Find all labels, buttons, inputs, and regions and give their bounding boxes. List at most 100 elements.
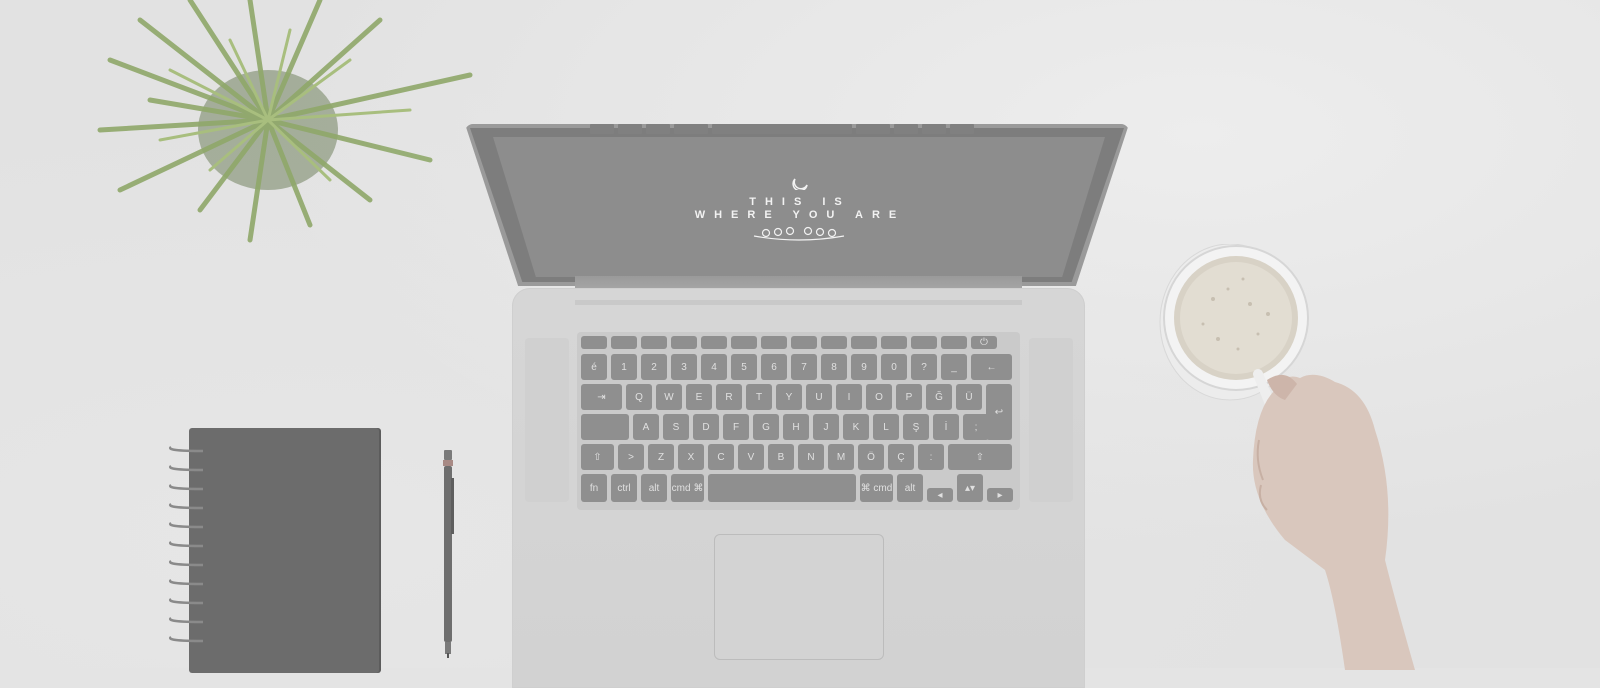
key-shift-right: ⇧ <box>948 444 1012 470</box>
trackpad <box>714 534 884 660</box>
screen-headline: THIS IS WHERE YOU ARE <box>600 196 1000 222</box>
key: 5 <box>731 354 757 380</box>
key: _ <box>941 354 967 380</box>
key: > <box>618 444 644 470</box>
key-tab: ⇥ <box>581 384 622 410</box>
key: Ş <box>903 414 929 440</box>
key: 1 <box>611 354 637 380</box>
key: 6 <box>761 354 787 380</box>
key-alt-right: alt <box>897 474 923 502</box>
key: Ğ <box>926 384 952 410</box>
key: é <box>581 354 607 380</box>
laptop-hinge-edge <box>575 300 1022 305</box>
key-cmd-left: cmd ⌘ <box>671 474 704 502</box>
key: Q <box>626 384 652 410</box>
key-alt-left: alt <box>641 474 667 502</box>
number-row: é 1 2 3 4 5 6 7 8 9 0 ? _ ← <box>581 354 1012 380</box>
key-f5 <box>731 336 757 349</box>
key: 9 <box>851 354 877 380</box>
key: B <box>768 444 794 470</box>
key: A <box>633 414 659 440</box>
screen-line-2: WHERE YOU ARE <box>694 209 906 221</box>
key-f1 <box>611 336 637 349</box>
key: K <box>843 414 869 440</box>
key: X <box>678 444 704 470</box>
key: P <box>896 384 922 410</box>
key-return: ↩ <box>986 384 1012 440</box>
speaker-left <box>525 338 569 502</box>
desk-scene: THIS IS WHERE YOU ARE ⏻ é 1 2 3 4 5 6 7 … <box>0 0 1600 688</box>
key: W <box>656 384 682 410</box>
hand-icon <box>1252 374 1415 670</box>
key-arrow-left: ◂ <box>927 488 953 502</box>
key-fn: fn <box>581 474 607 502</box>
key: 8 <box>821 354 847 380</box>
key: 3 <box>671 354 697 380</box>
key: 7 <box>791 354 817 380</box>
key: Y <box>776 384 802 410</box>
pen-icon <box>443 450 454 658</box>
key: Z <box>648 444 674 470</box>
key: 2 <box>641 354 667 380</box>
power-icon: ⏻ <box>971 336 997 349</box>
key-cmd-right: ⌘ cmd <box>860 474 893 502</box>
laurel-icon <box>753 226 845 241</box>
key: O <box>866 384 892 410</box>
key: D <box>693 414 719 440</box>
key-f6 <box>761 336 787 349</box>
bottom-row: fn ctrl alt cmd ⌘ ⌘ cmd alt ◂ ▴▾ ▸ <box>581 474 1013 502</box>
notebook-icon <box>189 428 379 673</box>
key: F <box>723 414 749 440</box>
key: E <box>686 384 712 410</box>
key: H <box>783 414 809 440</box>
key: N <box>798 444 824 470</box>
key-f10 <box>881 336 907 349</box>
key: M <box>828 444 854 470</box>
key: ? <box>911 354 937 380</box>
key: J <box>813 414 839 440</box>
key: 0 <box>881 354 907 380</box>
key-f3 <box>671 336 697 349</box>
key-caps-lock <box>581 414 629 440</box>
key: İ <box>933 414 959 440</box>
key: R <box>716 384 742 410</box>
a-row: A S D F G H J K L Ş İ ; <box>581 414 989 440</box>
key: : <box>918 444 944 470</box>
function-row: ⏻ <box>581 336 997 349</box>
key: ; <box>963 414 989 440</box>
speaker-right <box>1029 338 1073 502</box>
key-arrow-right: ▸ <box>987 488 1013 502</box>
key: U <box>806 384 832 410</box>
key-f2 <box>641 336 667 349</box>
key-f8 <box>821 336 847 349</box>
spiral-binding-icon <box>168 445 204 643</box>
key-f11 <box>911 336 937 349</box>
key: S <box>663 414 689 440</box>
key-f4 <box>701 336 727 349</box>
keyboard: ⏻ é 1 2 3 4 5 6 7 8 9 0 ? _ ← ⇥ Q W E R … <box>577 332 1020 510</box>
plant-icon <box>97 0 473 243</box>
z-row: ⇧ > Z X C V B N M Ö Ç : ⇧ <box>581 444 1012 470</box>
key: 4 <box>701 354 727 380</box>
key-esc <box>581 336 607 349</box>
key: C <box>708 444 734 470</box>
key-shift-left: ⇧ <box>581 444 614 470</box>
screen-menu-bar <box>590 124 1010 136</box>
key-space <box>708 474 856 502</box>
key: G <box>753 414 779 440</box>
key: T <box>746 384 772 410</box>
key: Ü <box>956 384 982 410</box>
screen-line-1: THIS IS <box>749 196 851 208</box>
key-arrow-up-down: ▴▾ <box>957 474 983 502</box>
key-f9 <box>851 336 877 349</box>
key: I <box>836 384 862 410</box>
key: Ö <box>858 444 884 470</box>
key-ctrl: ctrl <box>611 474 637 502</box>
key: Ç <box>888 444 914 470</box>
key: L <box>873 414 899 440</box>
key: V <box>738 444 764 470</box>
key-f12 <box>941 336 967 349</box>
key-f7 <box>791 336 817 349</box>
key-backspace: ← <box>971 354 1012 380</box>
moon-icon <box>792 178 808 190</box>
